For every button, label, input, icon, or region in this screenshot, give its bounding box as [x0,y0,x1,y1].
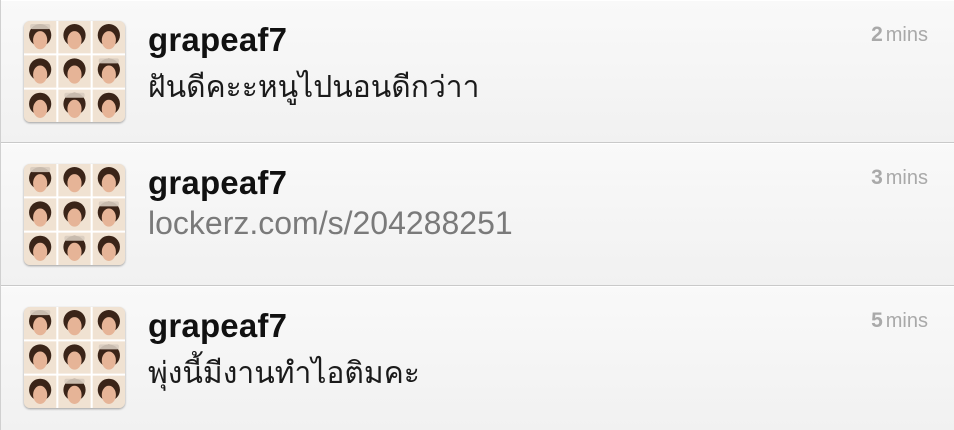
avatar-collage-image [24,164,125,265]
tweet-row[interactable]: grapeaf7 lockerz.com/s/204288251 3 mins [1,143,954,286]
timestamp: 3 mins [871,166,928,190]
timestamp-value: 5 [871,309,883,332]
timestamp-unit: mins [885,24,928,46]
tweet-feed: grapeaf7 ฝันดีคะะหนูไปนอนดีกว่าา 2mins [0,0,954,430]
tweet-row[interactable]: grapeaf7 พุ่งนี้มีงานทำไอติมคะ 5 mins [1,286,954,430]
timestamp: 5 mins [871,309,928,333]
avatar[interactable] [24,164,125,265]
timestamp: 2 mins [871,23,928,47]
username[interactable]: grapeaf7 [148,307,287,345]
tweet-text: ฝันดีคะะหนูไปนอนดีกว่าา [148,71,480,104]
avatar-collage-image [24,307,125,408]
timestamp-unit: mins [885,310,928,332]
timestamp-value: 2 [871,23,883,46]
timestamp-value: 3 [871,166,883,189]
tweet-text: พุ่งนี้มีงานทำไอติมคะ [148,357,420,390]
avatar[interactable] [24,21,125,122]
avatar-collage-image [24,21,125,122]
timestamp-unit: mins [885,167,928,189]
username[interactable]: grapeaf7 [148,21,287,59]
username[interactable]: grapeaf7 [148,164,287,202]
tweet-row[interactable]: grapeaf7 ฝันดีคะะหนูไปนอนดีกว่าา 2 mins [1,0,954,143]
tweet-link[interactable]: lockerz.com/s/204288251 [148,205,513,242]
avatar[interactable] [24,307,125,408]
